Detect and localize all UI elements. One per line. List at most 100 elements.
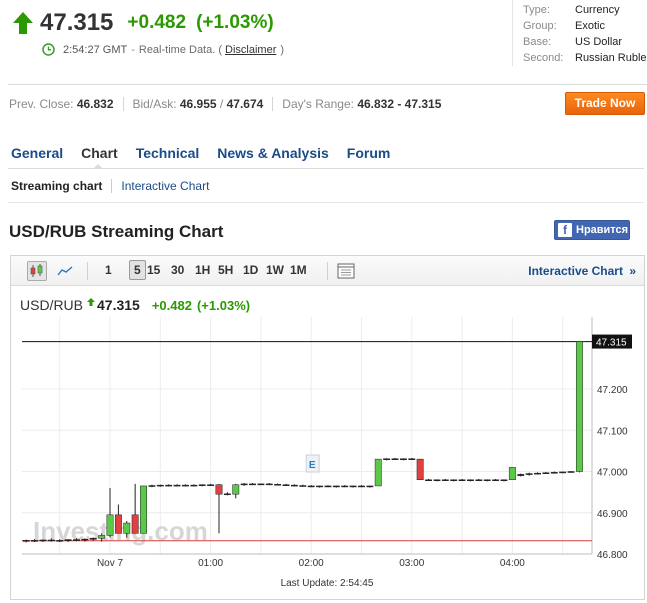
info-label: Group: <box>523 20 557 32</box>
clock-icon <box>42 43 55 56</box>
candle-body <box>358 485 365 488</box>
candle-body <box>391 458 399 460</box>
y-tick-label: 46.900 <box>597 509 628 520</box>
y-tick-label: 47.000 <box>597 468 628 479</box>
prev-close: Prev. Close: 46.832 <box>9 97 114 111</box>
candle-body <box>567 471 575 473</box>
instrument-info: Type: Currency Group: Exotic Base: US Dollar S… <box>512 0 647 66</box>
last-value-label: 47.315 <box>596 338 627 349</box>
candle-body <box>467 479 474 481</box>
candle-body <box>500 479 508 481</box>
candle-body <box>408 458 416 460</box>
tabs-divider <box>8 168 644 169</box>
info-row: Type: Currency <box>523 2 647 18</box>
instrument-tabs: General Chart Technical News & Analysis Foru… <box>11 145 408 161</box>
candle-body <box>274 484 282 486</box>
info-row: Second: Russian Ruble <box>523 50 647 66</box>
tab-chart[interactable]: Chart <box>81 145 118 161</box>
last-price: 47.315 <box>40 9 114 36</box>
candle-body <box>207 484 215 486</box>
candle-body <box>148 485 156 487</box>
y-tick-label: 47.100 <box>597 426 628 437</box>
tab-technical[interactable]: Technical <box>136 145 200 161</box>
candle-body <box>282 484 290 486</box>
x-tick-label: 02:00 <box>299 558 324 569</box>
candle-body <box>290 484 298 487</box>
candle-body <box>441 479 449 481</box>
streaming-chart-widget: 1 5 15 30 1H 5H 1D 1W 1M Interactive Chart » USD… <box>10 255 645 600</box>
candle-body <box>374 458 382 487</box>
days-range: Day's Range: 46.832 - 47.315 <box>282 97 442 111</box>
facebook-icon: f <box>558 223 572 237</box>
candle-body <box>450 479 458 481</box>
candle-body <box>366 485 374 488</box>
info-value: Exotic <box>575 20 605 32</box>
candle-body <box>483 479 491 481</box>
candle-body <box>81 538 89 541</box>
candle-body <box>98 535 106 539</box>
tab-forum[interactable]: Forum <box>347 145 391 161</box>
realtime-close-paren: ) <box>280 43 285 56</box>
candle-body <box>324 485 332 488</box>
event-marker-label: E <box>309 460 316 471</box>
x-tick-label: 03:00 <box>399 558 424 569</box>
price-change: +0.482 <box>127 12 187 33</box>
bid-ask: Bid/Ask: 46.955 / 47.674 <box>132 97 264 111</box>
realtime-label: Real-time Data. ( <box>138 43 223 56</box>
x-tick-label: Nov 7 <box>97 558 124 569</box>
subnav-streaming-chart[interactable]: Streaming chart <box>11 179 102 193</box>
candle-body <box>39 539 47 542</box>
candle-body <box>559 471 567 474</box>
stat-divider <box>272 97 274 111</box>
up-arrow-icon <box>13 12 33 34</box>
candle-body <box>425 479 432 481</box>
candle-body <box>316 485 324 488</box>
quote-time: 2:54:27 GMT <box>63 43 128 56</box>
candlestick-chart[interactable]: Investing.comE46.80046.90047.00047.10047… <box>11 256 644 599</box>
realtime-line: 2:54:27 GMT - Real-time Data. ( Disclaim… <box>42 43 285 56</box>
trade-now-button[interactable]: Trade Now <box>565 92 645 115</box>
x-tick-label: 04:00 <box>500 558 525 569</box>
candle-body <box>240 483 248 486</box>
candle-body <box>458 479 466 481</box>
candle-body <box>215 484 223 495</box>
candle-body <box>249 483 256 486</box>
subnav-divider <box>111 179 113 193</box>
info-value: Russian Ruble <box>575 52 647 64</box>
subnav-interactive-chart[interactable]: Interactive Chart <box>121 179 209 193</box>
page-title: USD/RUB Streaming Chart <box>9 222 224 241</box>
candle-body <box>47 539 55 542</box>
disclaimer-link[interactable]: Disclaimer <box>225 44 276 56</box>
candle-body <box>173 484 181 487</box>
candle-body <box>550 472 558 474</box>
facebook-like-button[interactable]: f Нравится <box>554 220 630 240</box>
candle-body <box>399 458 407 460</box>
candle-body <box>265 483 273 486</box>
candle-body <box>182 484 189 487</box>
info-label: Base: <box>523 36 552 48</box>
candle-body <box>349 485 357 488</box>
tab-news-analysis[interactable]: News & Analysis <box>217 145 329 161</box>
info-value: Currency <box>575 4 620 16</box>
candle-body <box>416 458 424 480</box>
candle-body <box>114 514 122 534</box>
candle-body <box>73 539 80 541</box>
candle-body <box>534 472 541 475</box>
candle-body <box>22 540 30 542</box>
quote-header: 47.315 +0.482 (+1.03%) <box>12 6 274 40</box>
info-label: Second: <box>523 52 564 64</box>
candle-body <box>508 467 516 480</box>
candle-body <box>475 479 483 481</box>
candle-body <box>165 484 173 487</box>
x-tick-label: 01:00 <box>198 558 223 569</box>
candle-body <box>307 485 315 488</box>
divider <box>8 84 647 85</box>
chart-subnav: Streaming chart Interactive Chart <box>11 179 209 193</box>
candle-body <box>190 484 198 487</box>
candle-body <box>140 485 147 534</box>
y-tick-label: 46.800 <box>597 550 628 561</box>
tab-general[interactable]: General <box>11 145 63 161</box>
candle-body <box>492 479 500 481</box>
realtime-separator: - <box>131 43 135 56</box>
y-tick-label: 47.200 <box>597 385 628 396</box>
